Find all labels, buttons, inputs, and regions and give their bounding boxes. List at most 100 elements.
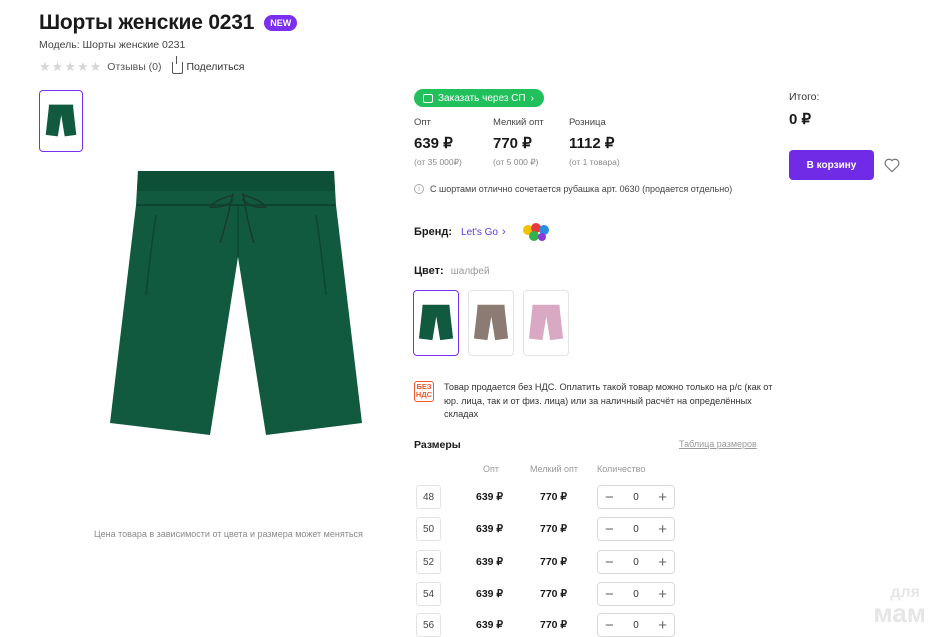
chevron-right-icon: › [501, 226, 506, 238]
price-opt: Опт 639 ₽ (от 35 000₽) [414, 117, 462, 168]
size-label: 52 [416, 550, 441, 574]
minus-button[interactable]: − [605, 618, 614, 633]
size-label: 50 [416, 517, 441, 541]
reviews-link[interactable]: Отзывы (0) [107, 61, 161, 73]
no-vat-icon: БЕЗ НДС [414, 381, 434, 402]
size-opt-price: 639 ₽ [476, 588, 504, 600]
price-condition: (от 35 000₽) [414, 157, 462, 167]
chevron-right-icon: › [530, 92, 534, 104]
quantity-stepper: − 0 + [597, 485, 675, 509]
color-swatch-green[interactable] [413, 290, 459, 356]
new-badge: NEW [264, 15, 298, 31]
star-icon: ★ [89, 59, 102, 74]
size-opt-price: 639 ₽ [476, 523, 504, 535]
shorts-thumbnail-image [45, 104, 77, 137]
header-opt: Опт [483, 464, 499, 474]
size-table-link[interactable]: Таблица размеров [679, 439, 757, 449]
order-sp-button[interactable]: Заказать через СП › [414, 89, 544, 107]
heart-icon[interactable] [883, 156, 901, 174]
size-label: 48 [416, 485, 441, 509]
size-small-opt-price: 770 ₽ [540, 523, 568, 535]
quantity-stepper: − 0 + [597, 582, 675, 606]
brand-link[interactable]: Let's Go [461, 227, 498, 238]
product-model: Модель: Шорты женские 0231 [39, 39, 186, 51]
size-opt-price: 639 ₽ [476, 491, 504, 503]
brand-label: Бренд: [414, 226, 453, 238]
price-value: 639 ₽ [414, 135, 453, 152]
size-small-opt-price: 770 ₽ [540, 491, 568, 503]
size-opt-price: 639 ₽ [476, 619, 504, 631]
size-label: 54 [416, 582, 441, 606]
header-qty: Количество [597, 464, 646, 474]
minus-button[interactable]: − [605, 555, 614, 570]
size-small-opt-price: 770 ₽ [540, 588, 568, 600]
star-icon: ★ [64, 59, 76, 74]
quantity-value[interactable]: 0 [633, 620, 639, 631]
color-row: Цвет: шалфей [414, 265, 490, 277]
combo-note-text: С шортами отлично сочетается рубашка арт… [430, 184, 733, 194]
header-small-opt: Мелкий опт [530, 464, 579, 474]
minus-button[interactable]: − [605, 490, 614, 505]
shorts-swatch-image [473, 304, 509, 341]
add-to-cart-button[interactable]: В корзину [789, 150, 874, 180]
quantity-value[interactable]: 0 [633, 524, 639, 535]
shorts-swatch-image [418, 304, 454, 341]
price-label: Опт [414, 117, 431, 128]
color-label: Цвет: [414, 265, 444, 277]
plus-button[interactable]: + [658, 618, 667, 633]
plus-button[interactable]: + [658, 490, 667, 505]
product-main-image [110, 171, 362, 435]
quantity-value[interactable]: 0 [633, 557, 639, 568]
size-opt-price: 639 ₽ [476, 556, 504, 568]
color-swatch-brown[interactable] [468, 290, 514, 356]
size-label: 56 [416, 613, 441, 637]
plus-button[interactable]: + [658, 587, 667, 602]
quantity-stepper: − 0 + [597, 550, 675, 574]
price-condition: (от 1 товара) [569, 157, 620, 167]
brand-logo [522, 223, 549, 241]
plus-button[interactable]: + [658, 555, 667, 570]
brand-row: Бренд: Let's Go › [414, 220, 554, 244]
quantity-stepper: − 0 + [597, 613, 675, 637]
quantity-stepper: − 0 + [597, 517, 675, 541]
minus-button[interactable]: − [605, 522, 614, 537]
size-row: 48 639 ₽ 770 ₽ − 0 + [416, 485, 678, 509]
product-title: Шорты женские 0231 [39, 11, 255, 34]
price-condition: (от 5 000 ₽) [493, 157, 539, 167]
title-row: Шорты женские 0231 NEW [39, 11, 298, 35]
size-row: 54 639 ₽ 770 ₽ − 0 + [416, 582, 678, 606]
minus-button[interactable]: − [605, 587, 614, 602]
rating-stars: ★ ★ ★ ★ ★ [39, 60, 101, 73]
price-note: Цена товара в зависимости от цвета и раз… [94, 529, 363, 539]
share-button[interactable]: Поделиться [171, 55, 245, 74]
nds-text: Товар продается без НДС. Оплатить такой … [444, 382, 773, 419]
watermark-logo: для мам [850, 585, 926, 627]
color-swatch-pink[interactable] [523, 290, 569, 356]
price-small-opt: Мелкий опт 770 ₽ (от 5 000 ₽) [493, 117, 544, 168]
price-value: 770 ₽ [493, 135, 532, 152]
size-row: 50 639 ₽ 770 ₽ − 0 + [416, 517, 678, 541]
quantity-value[interactable]: 0 [633, 589, 639, 600]
size-row: 52 639 ₽ 770 ₽ − 0 + [416, 550, 678, 574]
star-icon: ★ [51, 59, 64, 74]
plus-button[interactable]: + [658, 522, 667, 537]
total-value: 0 ₽ [789, 111, 812, 128]
color-value: шалфей [450, 266, 490, 277]
share-label: Поделиться [186, 60, 245, 73]
info-icon: i [414, 184, 424, 194]
total-label: Итого: [789, 91, 820, 103]
meta-row: ★ ★ ★ ★ ★ Отзывы (0) Поделиться [39, 55, 245, 74]
order-sp-label: Заказать через СП [438, 92, 526, 104]
price-label: Мелкий опт [493, 117, 544, 128]
combo-note: i С шортами отлично сочетается рубашка а… [414, 184, 732, 194]
star-icon: ★ [39, 59, 51, 74]
size-row: 56 639 ₽ 770 ₽ − 0 + [416, 613, 678, 637]
price-retail: Розница 1112 ₽ (от 1 товара) [569, 117, 620, 167]
color-swatches [413, 290, 569, 356]
nds-notice: БЕЗ НДС Товар продается без НДС. Оплатит… [414, 381, 784, 422]
cart-icon [423, 93, 433, 103]
gallery-thumbnail[interactable] [39, 90, 83, 152]
quantity-value[interactable]: 0 [633, 492, 639, 503]
sizes-title: Размеры [414, 439, 461, 451]
size-small-opt-price: 770 ₽ [540, 556, 568, 568]
